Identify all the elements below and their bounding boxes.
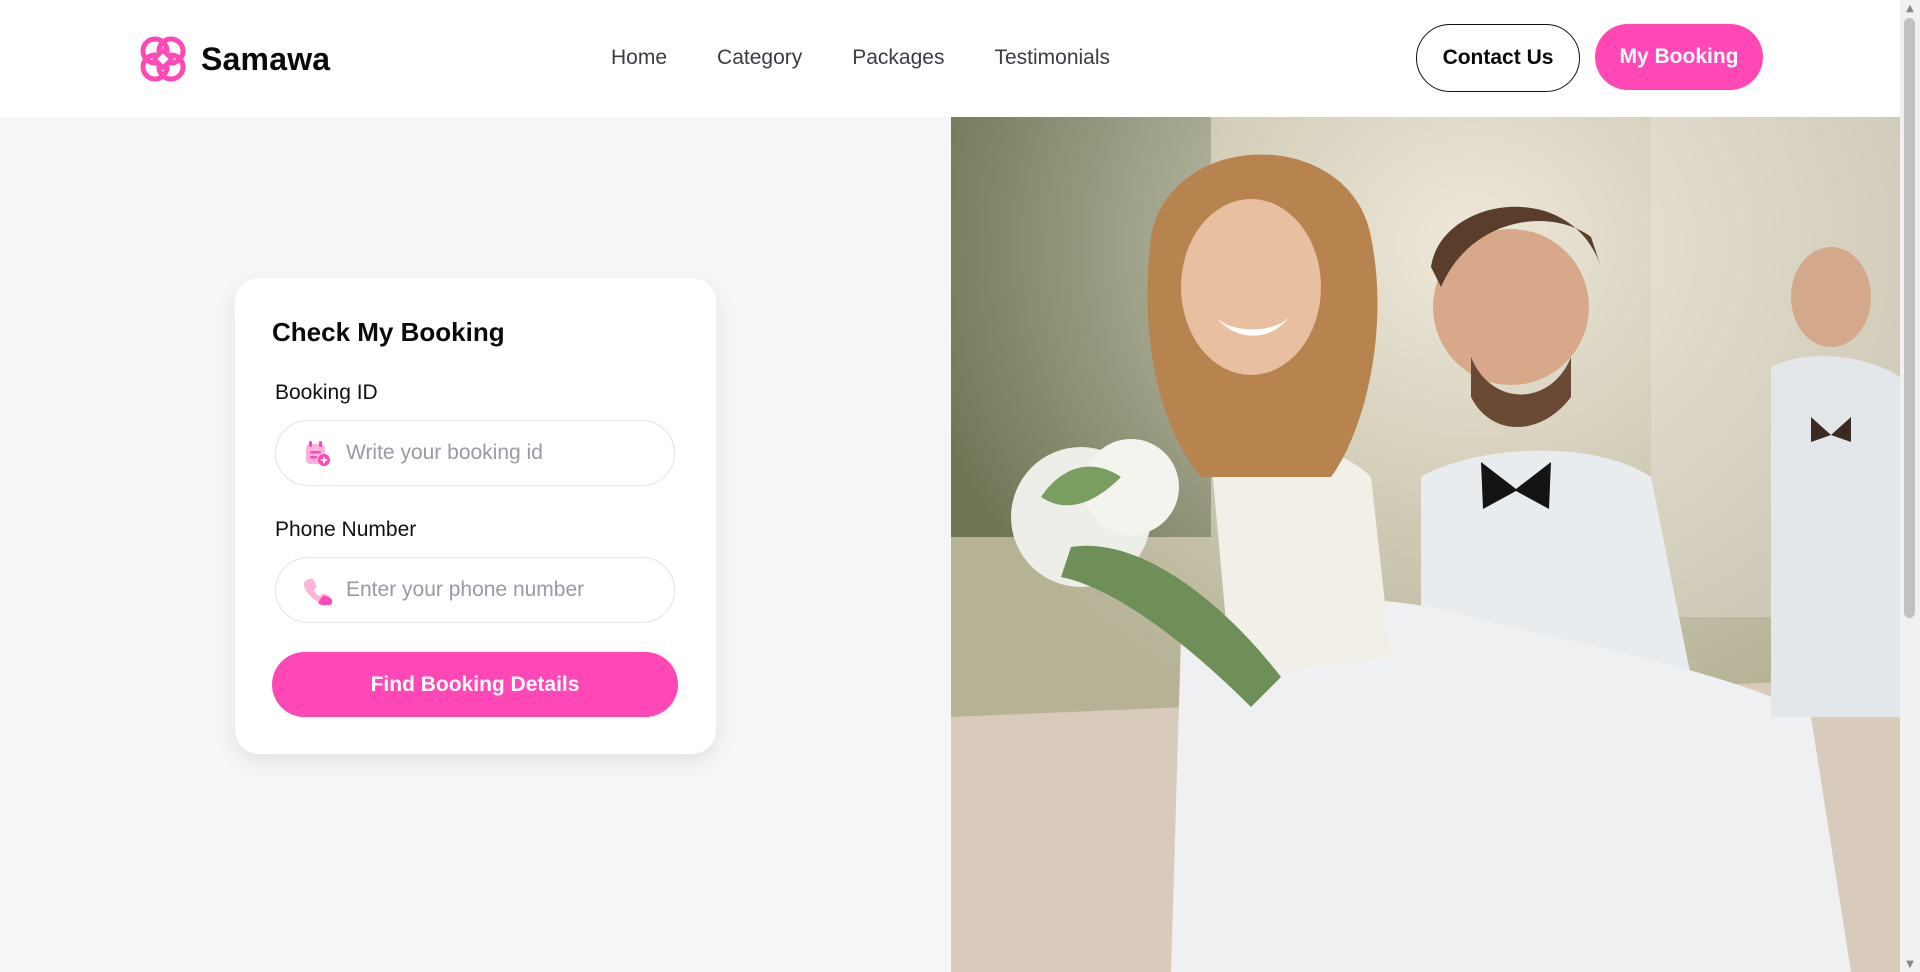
nav-packages[interactable]: Packages [852,46,944,70]
nav-home[interactable]: Home [611,46,667,70]
booking-id-field[interactable] [275,420,675,486]
phone-number-field[interactable] [275,557,675,623]
calendar-icon [306,441,330,466]
phone-number-label: Phone Number [275,518,417,541]
booking-card-title: Check My Booking [272,317,505,347]
brand-name: Samawa [201,40,331,77]
wedding-couple-photo [951,117,1900,972]
scroll-thumb[interactable] [1904,18,1915,618]
scrollbar[interactable]: ▲ ▼ [1900,0,1920,972]
nav-testimonials[interactable]: Testimonials [994,46,1110,70]
scroll-down-icon[interactable]: ▼ [1900,956,1920,972]
nav-category[interactable]: Category [717,46,802,70]
booking-id-label: Booking ID [275,381,378,404]
booking-id-input[interactable] [344,440,648,466]
find-booking-button[interactable]: Find Booking Details [272,652,678,717]
booking-card: Check My Booking Booking ID Phone Number… [235,278,716,754]
phone-number-input[interactable] [344,577,648,603]
logo[interactable]: Samawa [137,33,330,85]
logo-icon [140,36,186,82]
main-nav: Home Category Packages Testimonials [611,46,1110,70]
site-header: Samawa Home Category Packages Testimonia… [0,0,1900,117]
hero-image [951,117,1900,972]
scroll-up-icon[interactable]: ▲ [1900,0,1920,16]
contact-us-button[interactable]: Contact Us [1416,24,1580,92]
phone-icon [304,578,332,605]
my-booking-button[interactable]: My Booking [1595,24,1763,90]
